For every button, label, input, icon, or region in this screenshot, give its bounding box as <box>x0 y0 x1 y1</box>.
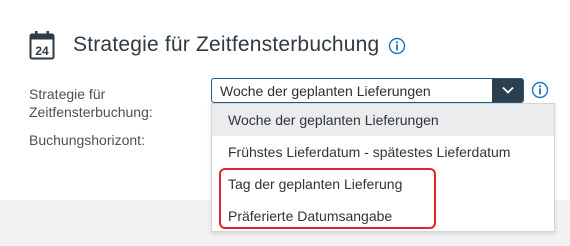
section-header: 24 Strategie für Zeitfensterbuchung <box>29 29 406 61</box>
dropdown-option-earliest-latest-date[interactable]: Frühstes Lieferdatum - spätestes Lieferd… <box>212 136 554 168</box>
dropdown-option-week-planned-deliveries[interactable]: Woche der geplanten Lieferungen <box>212 104 554 136</box>
page: 24 Strategie für Zeitfensterbuchung Stra… <box>0 0 570 246</box>
calendar-icon: 24 <box>29 30 55 60</box>
dropdown-option-preferred-date[interactable]: Präferierte Datumsangabe <box>212 200 554 232</box>
info-icon[interactable] <box>388 37 406 55</box>
strategy-info-icon[interactable] <box>531 81 549 99</box>
strategy-select[interactable]: Woche der geplanten Lieferungen <box>211 78 524 103</box>
strategy-label: Strategie für Zeitfensterbuchung: <box>29 86 153 120</box>
strategy-select-value: Woche der geplanten Lieferungen <box>220 82 431 99</box>
dropdown-option-day-planned-delivery[interactable]: Tag der geplanten Lieferung <box>212 168 554 200</box>
chevron-down-icon <box>501 82 515 100</box>
booking-horizon-label: Buchungshorizont: <box>29 132 145 148</box>
strategy-dropdown-list: Woche der geplanten Lieferungen Frühstes… <box>211 103 555 232</box>
dropdown-toggle-button[interactable] <box>492 79 523 102</box>
section-title: Strategie für Zeitfensterbuchung <box>73 33 380 56</box>
calendar-day-number: 24 <box>35 44 49 58</box>
